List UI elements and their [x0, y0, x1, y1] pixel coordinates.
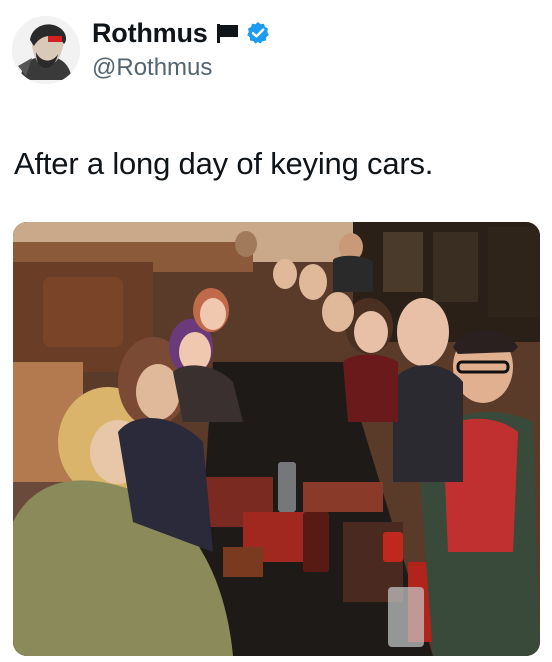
author-handle[interactable]: @Rothmus — [92, 54, 270, 82]
black-flag-icon — [216, 22, 240, 44]
display-name-row: Rothmus — [92, 16, 270, 50]
restaurant-group-photo — [13, 222, 540, 656]
author-avatar[interactable] — [12, 16, 80, 84]
tweet-header: Rothmus @Rothmus — [12, 14, 540, 88]
author-display-name[interactable]: Rothmus — [92, 18, 208, 49]
avatar-illustration — [12, 16, 80, 84]
author-names: Rothmus @Rothmus — [92, 16, 270, 82]
verified-badge-icon — [246, 21, 270, 45]
tweet-text: After a long day of keying cars. — [14, 146, 434, 181]
tweet-photo[interactable] — [13, 222, 540, 656]
